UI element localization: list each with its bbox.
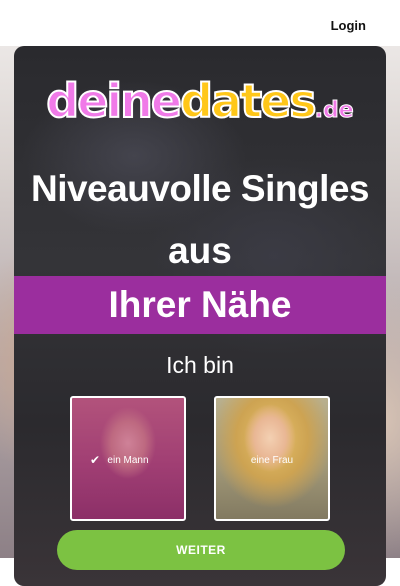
gender-prompt: Ich bin [166,352,234,378]
gender-option-woman[interactable]: eine Frau [214,396,330,521]
logo-part-dates: dates [179,73,318,129]
top-bar: Login [0,0,400,46]
gender-option-woman-label: eine Frau [250,455,294,466]
gender-option-man[interactable]: ✔ ein Mann [70,396,186,521]
gender-option-man-label: ein Mann [107,455,149,466]
signup-card: deinedates.de Niveauvolle Singles aus Ih… [14,46,386,586]
headline-line-2: aus [168,230,232,271]
deinedates-logo[interactable]: deinedates.de [14,73,386,129]
login-link[interactable]: Login [331,18,366,33]
logo-part-deine: deine [45,73,183,129]
headline-banner: Ihrer Nähe [14,276,386,334]
headline-line-1: Niveauvolle Singles [30,168,370,209]
weiter-button[interactable]: WEITER [57,530,345,570]
logo-tld: .de [314,98,354,124]
